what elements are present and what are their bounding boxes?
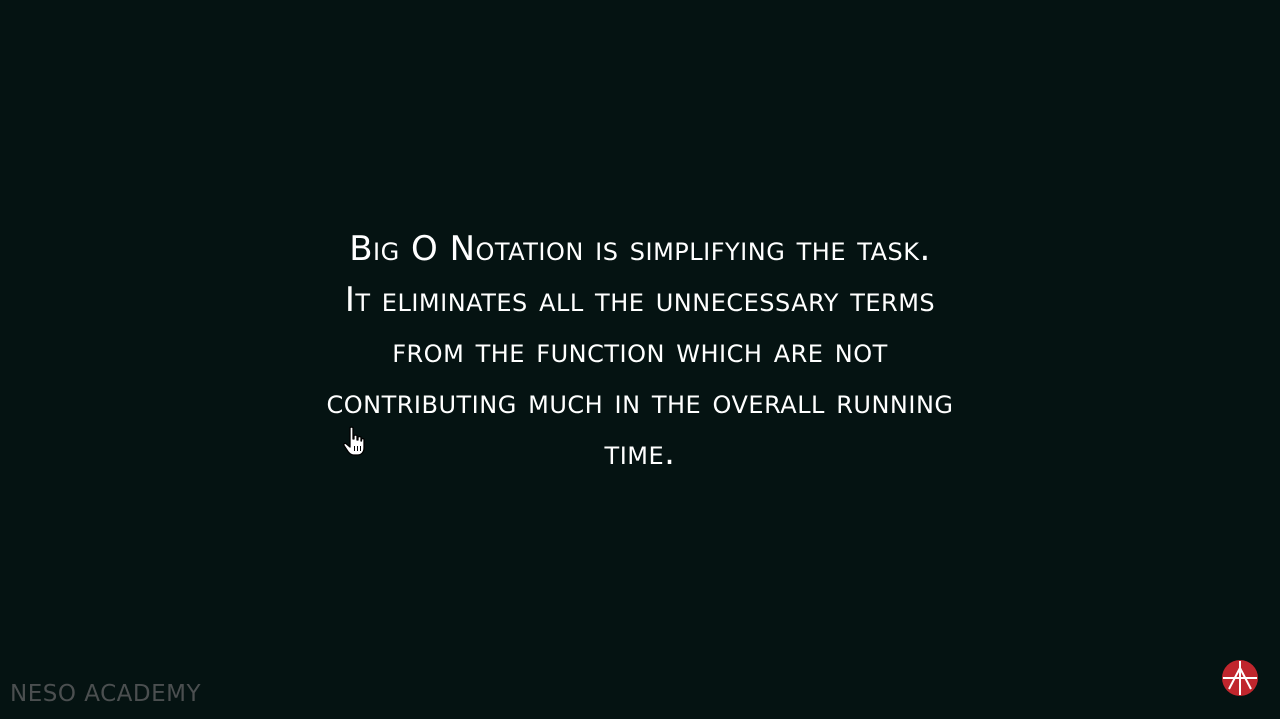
neso-academy-logo-icon xyxy=(1222,660,1258,696)
slide-line-5: time. xyxy=(604,433,676,473)
slide-line-3: from the function which are not xyxy=(392,331,888,371)
hand-pointer-icon xyxy=(343,426,365,456)
slide-line-2: It eliminates all the unnecessary terms xyxy=(344,280,936,320)
video-frame: { "slide": { "lines": [ "Big O Notation … xyxy=(0,0,1280,719)
channel-watermark: NESO ACADEMY xyxy=(10,681,202,707)
slide-text-block: Big O Notation is simplifying the task. … xyxy=(140,224,1140,479)
slide-line-4: contributing much in the overall running xyxy=(326,382,954,422)
slide-line-1: Big O Notation is simplifying the task. xyxy=(349,229,931,269)
